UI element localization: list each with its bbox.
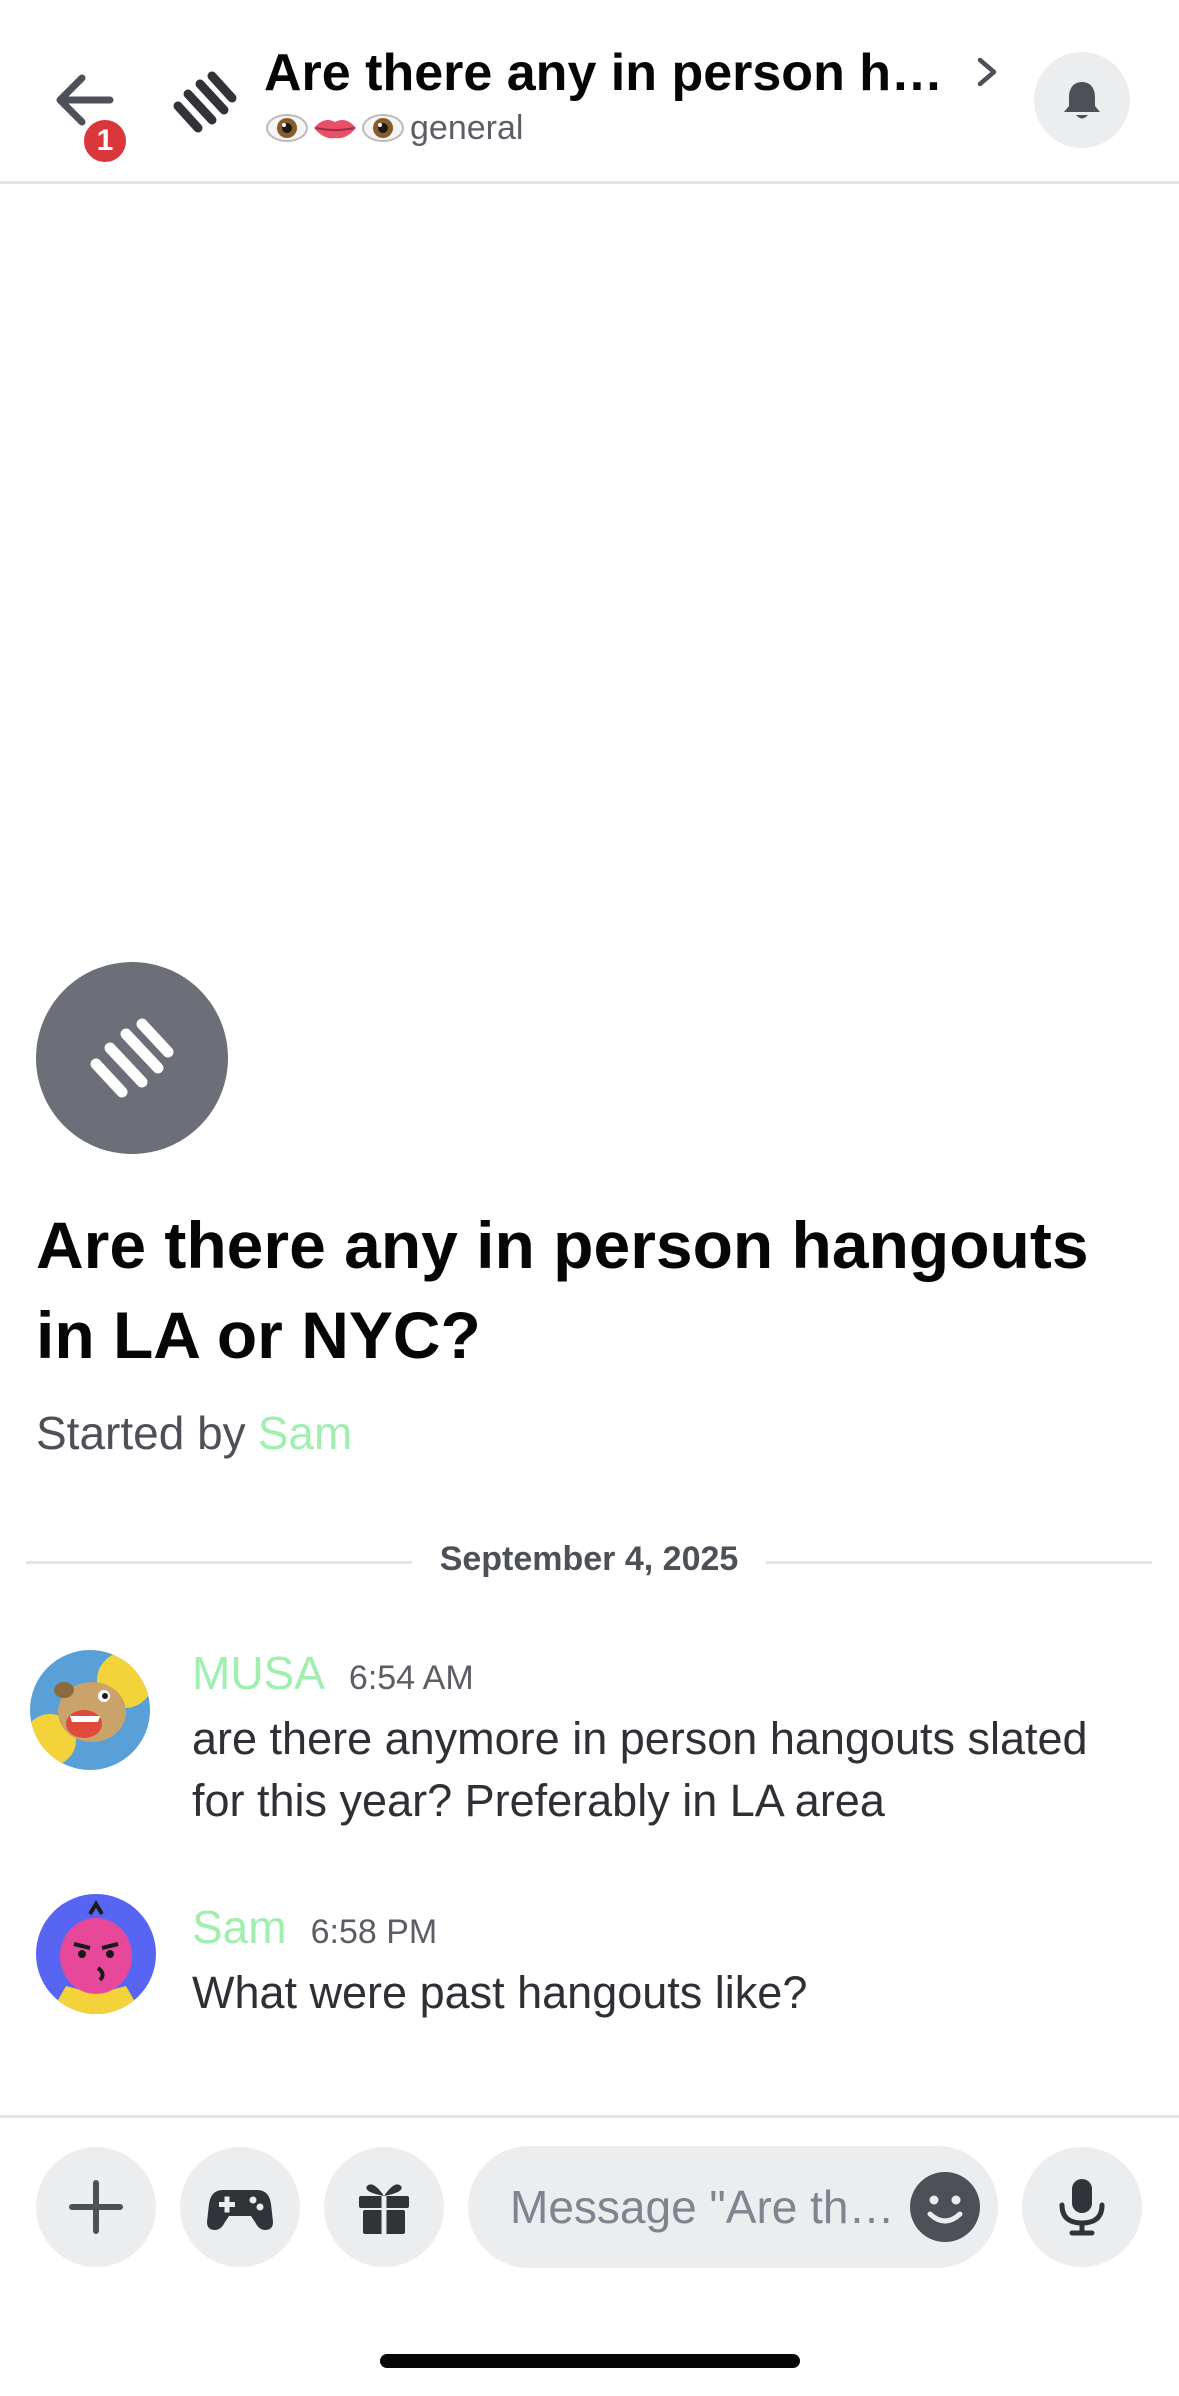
thread-author-link[interactable]: Sam [258, 1407, 353, 1459]
avatar[interactable] [36, 1894, 156, 2014]
bell-icon [1064, 82, 1100, 119]
emoji-icon [927, 2195, 963, 2224]
voice-message-button[interactable] [1022, 2147, 1142, 2267]
activities-button[interactable] [180, 2147, 300, 2267]
thread-icon [168, 66, 240, 138]
message-author[interactable]: MUSA [192, 1646, 325, 1700]
pink-blob-avatar-icon [36, 1894, 156, 2014]
gift-button[interactable] [324, 2147, 444, 2267]
lips-emoji-icon [314, 120, 356, 139]
eye-emoji-icon [362, 114, 404, 142]
channel-name: general [410, 108, 524, 147]
thread-header: 1 Are there any in person hangouts in LA… [0, 0, 1179, 184]
date-divider: September 4, 2025 [439, 1540, 739, 1578]
message-header: Sam 6:58 PM [192, 1900, 437, 1954]
message-text: are there anymore in person hangouts sla… [192, 1713, 1088, 1826]
channel-breadcrumb[interactable]: general [264, 108, 523, 148]
cartoon-bear-avatar-icon [30, 1650, 150, 1770]
message-timestamp: 6:58 PM [310, 1913, 438, 1951]
header-title[interactable]: Are there any in person hangouts in LA o… [264, 42, 944, 104]
chevron-right-icon[interactable] [966, 52, 1006, 92]
composer-divider [0, 2115, 1179, 2118]
thread-icon [90, 1018, 174, 1098]
add-attachment-button[interactable] [36, 2147, 156, 2267]
unread-badge: 1 [80, 116, 130, 166]
avatar[interactable] [30, 1650, 150, 1770]
thread-avatar [36, 962, 228, 1154]
gamepad-icon [207, 2190, 273, 2230]
gift-icon [359, 2184, 409, 2234]
message-input[interactable]: Message "Are there any in person hangout… [468, 2146, 998, 2268]
message-placeholder: Message "Are there any in person hangout… [510, 2181, 910, 2233]
plus-icon [69, 2180, 123, 2234]
microphone-icon [1059, 2179, 1105, 2236]
channel-emojis [264, 108, 406, 148]
message-timestamp: 6:54 AM [348, 1659, 474, 1697]
message-author[interactable]: Sam [192, 1900, 287, 1954]
message-header: MUSA 6:54 AM [192, 1646, 474, 1700]
thread-started-by: Started by Sam [36, 1406, 352, 1460]
divider-line-right [766, 1561, 1152, 1564]
thread-title: Are there any in person hangouts in LA o… [36, 1208, 1089, 1372]
emoji-button[interactable] [910, 2172, 980, 2242]
started-by-label: Started by [36, 1407, 246, 1459]
notification-button[interactable] [1034, 52, 1130, 148]
divider-line-left [26, 1561, 412, 1564]
message-text: What were past hangouts like? [192, 1967, 808, 2018]
home-indicator[interactable] [380, 2354, 800, 2368]
eye-emoji-icon [266, 114, 308, 142]
